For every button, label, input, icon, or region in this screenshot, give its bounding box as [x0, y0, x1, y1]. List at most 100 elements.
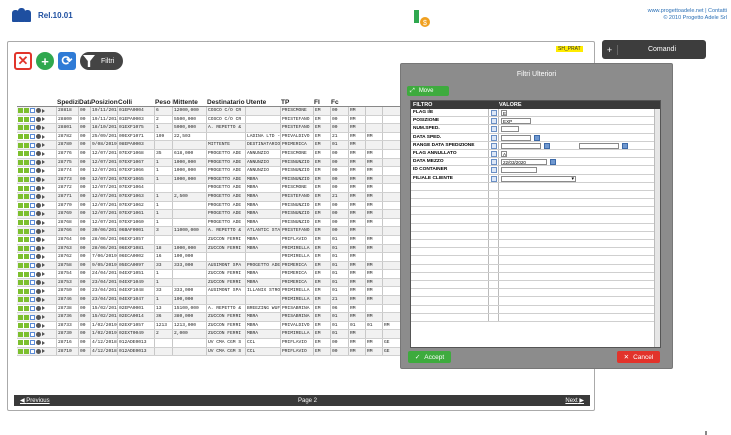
filter-checkbox[interactable] — [489, 117, 499, 125]
filter-checkbox[interactable] — [489, 141, 499, 149]
row-actions[interactable] — [17, 235, 57, 244]
view-icon[interactable] — [36, 159, 41, 165]
checkbox-icon[interactable] — [491, 159, 497, 166]
document-icon[interactable] — [30, 202, 35, 208]
arrow-icon[interactable] — [42, 272, 45, 277]
edit-icon[interactable] — [18, 194, 23, 200]
edit-icon[interactable] — [18, 245, 23, 251]
column-header[interactable]: FI — [314, 99, 331, 106]
edit-icon[interactable] — [18, 177, 23, 183]
arrow-icon[interactable] — [42, 237, 45, 242]
arrow-icon[interactable] — [42, 160, 45, 165]
edit-icon[interactable] — [24, 220, 29, 226]
edit-icon[interactable] — [24, 159, 29, 165]
view-icon[interactable] — [36, 185, 41, 191]
previous-link[interactable]: ◀ Previous — [20, 397, 50, 404]
document-icon[interactable] — [30, 237, 35, 243]
edit-icon[interactable] — [18, 237, 23, 243]
edit-icon[interactable] — [24, 323, 29, 329]
edit-icon[interactable] — [18, 280, 23, 286]
column-header[interactable]: Peso Lordo — [155, 99, 173, 106]
edit-icon[interactable] — [24, 297, 29, 303]
edit-icon[interactable] — [18, 331, 23, 337]
document-icon[interactable] — [30, 177, 35, 183]
row-actions[interactable] — [17, 184, 57, 192]
row-actions[interactable] — [17, 167, 57, 175]
view-icon[interactable] — [36, 177, 41, 183]
view-icon[interactable] — [36, 108, 41, 114]
document-icon[interactable] — [30, 108, 35, 114]
checkbox-icon[interactable] — [491, 126, 497, 133]
row-actions[interactable] — [17, 227, 57, 235]
view-icon[interactable] — [36, 314, 41, 320]
filter-value-input[interactable] — [501, 167, 537, 174]
document-icon[interactable] — [30, 185, 35, 191]
edit-icon[interactable] — [24, 271, 29, 277]
edit-icon[interactable] — [24, 125, 29, 131]
view-icon[interactable] — [36, 116, 41, 122]
edit-icon[interactable] — [18, 305, 23, 311]
edit-icon[interactable] — [18, 348, 23, 354]
edit-icon[interactable] — [18, 159, 23, 165]
row-actions[interactable] — [17, 115, 57, 124]
filter-checkbox[interactable] — [489, 158, 499, 166]
row-actions[interactable] — [17, 347, 57, 356]
comandi-button[interactable]: + Comandi — [602, 40, 706, 59]
row-actions[interactable] — [17, 296, 57, 304]
document-icon[interactable] — [30, 142, 35, 148]
edit-icon[interactable] — [24, 116, 29, 122]
arrow-icon[interactable] — [42, 168, 45, 173]
filter-checkbox[interactable] — [489, 166, 499, 174]
view-icon[interactable] — [36, 323, 41, 329]
edit-icon[interactable] — [18, 151, 23, 157]
edit-icon[interactable] — [24, 134, 29, 140]
row-actions[interactable] — [17, 287, 57, 296]
row-actions[interactable] — [17, 270, 57, 278]
document-icon[interactable] — [30, 288, 35, 294]
document-icon[interactable] — [30, 305, 35, 311]
document-icon[interactable] — [30, 168, 35, 174]
edit-icon[interactable] — [24, 340, 29, 346]
edit-icon[interactable] — [24, 314, 29, 320]
site-link[interactable]: www.progettoadele.net | Contatti — [648, 8, 727, 15]
edit-icon[interactable] — [18, 271, 23, 277]
view-icon[interactable] — [36, 348, 41, 354]
view-icon[interactable] — [36, 168, 41, 174]
edit-icon[interactable] — [18, 134, 23, 140]
view-icon[interactable] — [36, 340, 41, 346]
checkbox-icon[interactable] — [491, 110, 497, 116]
close-button[interactable]: ✕ — [14, 52, 32, 70]
edit-icon[interactable] — [18, 202, 23, 208]
edit-icon[interactable] — [18, 168, 23, 174]
edit-icon[interactable] — [24, 194, 29, 200]
view-icon[interactable] — [36, 271, 41, 277]
document-icon[interactable] — [30, 159, 35, 165]
arrow-icon[interactable] — [42, 332, 45, 337]
filter-scrollbar[interactable] — [654, 109, 660, 347]
edit-icon[interactable] — [18, 220, 23, 226]
edit-icon[interactable] — [24, 254, 29, 260]
cancel-button[interactable]: ✕ Cancel — [617, 351, 660, 363]
edit-icon[interactable] — [18, 254, 23, 260]
arrow-icon[interactable] — [42, 306, 45, 311]
edit-icon[interactable] — [18, 314, 23, 320]
view-icon[interactable] — [36, 288, 41, 294]
row-actions[interactable] — [17, 313, 57, 321]
row-actions[interactable] — [17, 141, 57, 149]
document-icon[interactable] — [30, 331, 35, 337]
row-actions[interactable] — [17, 158, 57, 167]
arrow-icon[interactable] — [42, 254, 45, 259]
edit-icon[interactable] — [18, 116, 23, 122]
filter-value-input[interactable]: 22/03/2020 — [501, 159, 547, 166]
checkbox-icon[interactable] — [491, 167, 497, 174]
edit-icon[interactable] — [24, 288, 29, 294]
row-actions[interactable] — [17, 253, 57, 261]
document-icon[interactable] — [30, 125, 35, 131]
document-icon[interactable] — [30, 348, 35, 354]
document-icon[interactable] — [30, 194, 35, 200]
edit-icon[interactable] — [24, 305, 29, 311]
edit-icon[interactable] — [18, 340, 23, 346]
move-button[interactable]: ⤢ Move — [407, 86, 449, 96]
row-actions[interactable] — [17, 175, 57, 184]
accept-button[interactable]: ✓ Accept — [408, 351, 451, 363]
